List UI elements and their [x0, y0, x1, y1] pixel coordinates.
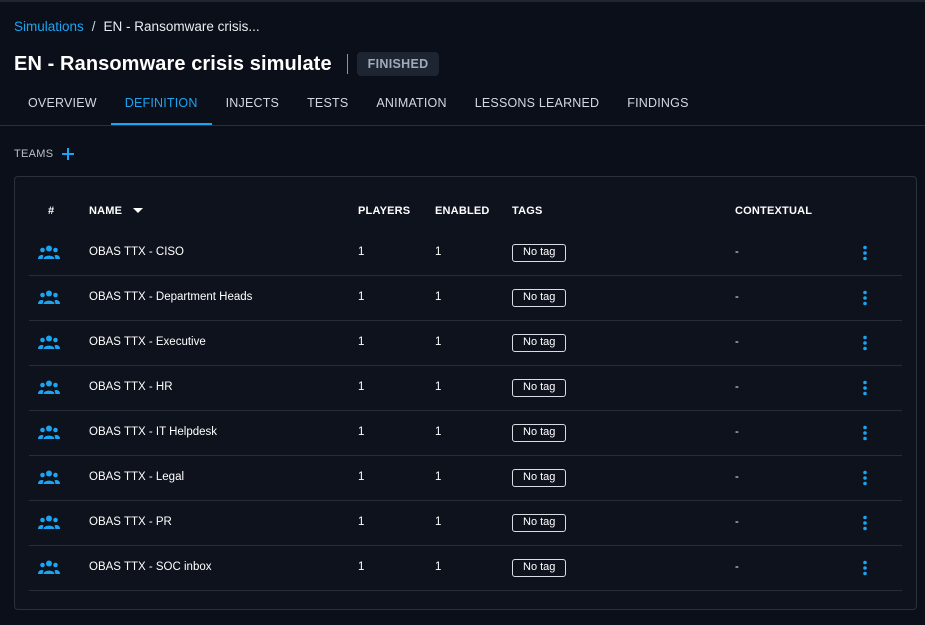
team-icon: [38, 425, 60, 439]
column-header-name-label: NAME: [89, 205, 123, 217]
tab-definition[interactable]: DEFINITION: [110, 83, 212, 125]
teams-label: TEAMS: [14, 148, 54, 160]
tab-bar-divider: [0, 125, 925, 126]
team-icon: [38, 515, 60, 529]
tag-chip: No tag: [512, 514, 567, 532]
team-players: 1: [358, 336, 365, 348]
team-icon: [38, 290, 60, 304]
sort-down-icon[interactable]: [133, 208, 144, 214]
breadcrumb: Simulations / EN - Ransomware crisis...: [14, 19, 260, 34]
team-enabled: 1: [435, 381, 442, 393]
tag-chip: No tag: [512, 289, 567, 307]
tag-chip: No tag: [512, 244, 567, 262]
more-vert-icon[interactable]: [860, 470, 870, 486]
tab-findings[interactable]: FINDINGS: [613, 83, 702, 125]
more-vert-icon[interactable]: [860, 335, 870, 351]
column-header-players: PLAYERS: [358, 205, 411, 217]
team-enabled: 1: [435, 291, 442, 303]
tag-chip: No tag: [512, 334, 567, 352]
team-players: 1: [358, 246, 365, 258]
team-contextual: -: [735, 516, 739, 528]
team-players: 1: [358, 516, 365, 528]
tab-tests[interactable]: TESTS: [293, 83, 362, 125]
tag-chip: No tag: [512, 424, 567, 442]
team-enabled: 1: [435, 246, 442, 258]
team-icon: [38, 560, 60, 574]
breadcrumb-current: EN - Ransomware crisis...: [103, 19, 260, 34]
team-players: 1: [358, 561, 365, 573]
table-row[interactable]: OBAS TTX - IT Helpdesk 1 1 No tag -: [29, 411, 902, 456]
table-header: # NAME PLAYERS ENABLED TAGS CONTEXTUAL: [29, 189, 902, 231]
team-enabled: 1: [435, 561, 442, 573]
team-name: OBAS TTX - Legal: [89, 471, 185, 483]
team-contextual: -: [735, 561, 739, 573]
team-contextual: -: [735, 246, 739, 258]
status-badge: FINISHED: [356, 52, 440, 76]
team-contextual: -: [735, 291, 739, 303]
table-row[interactable]: OBAS TTX - PR 1 1 No tag -: [29, 501, 902, 546]
team-players: 1: [358, 291, 365, 303]
tab-bar: OVERVIEW DEFINITION INJECTS TESTS ANIMATION L…: [14, 83, 925, 125]
table-body: OBAS TTX - CISO 1 1 No tag - OBAS TTX - Depar…: [29, 231, 902, 591]
title-row: EN - Ransomware crisis simulate FINISHED: [14, 52, 440, 76]
breadcrumb-separator: /: [91, 19, 96, 34]
table-row[interactable]: OBAS TTX - SOC inbox 1 1 No tag -: [29, 546, 902, 591]
team-name: OBAS TTX - SOC inbox: [89, 561, 212, 573]
table-row[interactable]: OBAS TTX - CISO 1 1 No tag -: [29, 231, 902, 276]
column-header-tags: TAGS: [512, 205, 543, 217]
team-icon: [38, 335, 60, 349]
team-name: OBAS TTX - HR: [89, 381, 173, 393]
team-name: OBAS TTX - PR: [89, 516, 172, 528]
table-row[interactable]: OBAS TTX - HR 1 1 No tag -: [29, 366, 902, 411]
tag-chip: No tag: [512, 379, 567, 397]
team-players: 1: [358, 381, 365, 393]
team-players: 1: [358, 426, 365, 438]
column-header-name[interactable]: NAME: [89, 205, 144, 217]
teams-panel: # NAME PLAYERS ENABLED TAGS CONTEXTUAL O…: [14, 176, 917, 610]
tab-animation[interactable]: ANIMATION: [362, 83, 460, 125]
page-title: EN - Ransomware crisis simulate: [14, 52, 332, 75]
team-name: OBAS TTX - CISO: [89, 246, 184, 258]
tab-injects[interactable]: INJECTS: [212, 83, 294, 125]
teams-table: # NAME PLAYERS ENABLED TAGS CONTEXTUAL O…: [29, 189, 902, 591]
teams-header: TEAMS: [14, 147, 75, 161]
more-vert-icon[interactable]: [860, 425, 870, 441]
column-header-index: #: [48, 205, 55, 217]
tag-chip: No tag: [512, 559, 567, 577]
team-icon: [38, 380, 60, 394]
team-contextual: -: [735, 336, 739, 348]
table-row[interactable]: OBAS TTX - Executive 1 1 No tag -: [29, 321, 902, 366]
team-enabled: 1: [435, 426, 442, 438]
team-contextual: -: [735, 426, 739, 438]
column-header-enabled: ENABLED: [435, 205, 490, 217]
team-enabled: 1: [435, 516, 442, 528]
team-contextual: -: [735, 471, 739, 483]
title-divider: [346, 54, 348, 74]
team-enabled: 1: [435, 336, 442, 348]
more-vert-icon[interactable]: [860, 290, 870, 306]
plus-icon[interactable]: [61, 147, 75, 161]
team-icon: [38, 470, 60, 484]
table-row[interactable]: OBAS TTX - Department Heads 1 1 No tag -: [29, 276, 902, 321]
tag-chip: No tag: [512, 469, 567, 487]
tab-overview[interactable]: OVERVIEW: [14, 83, 111, 125]
breadcrumb-simulations-link[interactable]: Simulations: [14, 19, 84, 34]
more-vert-icon[interactable]: [860, 515, 870, 531]
team-players: 1: [358, 471, 365, 483]
team-icon: [38, 245, 60, 259]
team-contextual: -: [735, 381, 739, 393]
more-vert-icon[interactable]: [860, 560, 870, 576]
team-name: OBAS TTX - Department Heads: [89, 291, 253, 303]
team-name: OBAS TTX - Executive: [89, 336, 206, 348]
more-vert-icon[interactable]: [860, 245, 870, 261]
tab-lessons-learned[interactable]: LESSONS LEARNED: [461, 83, 614, 125]
team-enabled: 1: [435, 471, 442, 483]
column-header-contextual: CONTEXTUAL: [735, 205, 813, 217]
team-name: OBAS TTX - IT Helpdesk: [89, 426, 218, 438]
more-vert-icon[interactable]: [860, 380, 870, 396]
table-row[interactable]: OBAS TTX - Legal 1 1 No tag -: [29, 456, 902, 501]
